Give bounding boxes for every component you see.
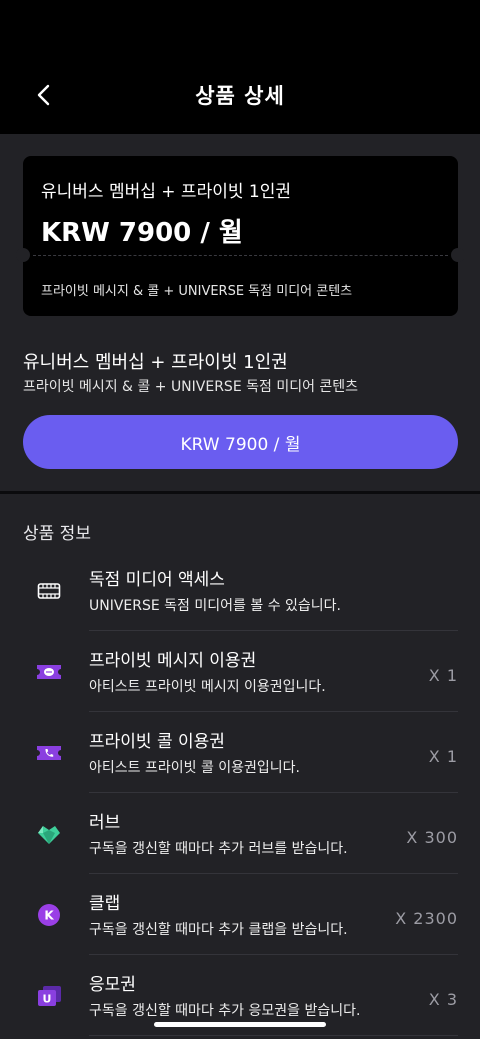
list-item: 독점 미디어 액세스 UNIVERSE 독점 미디어를 볼 수 있습니다. [0,550,480,631]
item-name: 클랩 [89,894,121,914]
ticket-description: 프라이빗 메시지 & 콜 + UNIVERSE 독점 미디어 콘텐츠 [41,284,353,299]
product-ticket-card: 유니버스 멤버십 + 프라이빗 1인권 KRW 7900 / 월 프라이빗 메시… [16,156,465,316]
item-name: 프라이빗 콜 이용권 [89,732,225,752]
item-description: 아티스트 프라이빗 콜 이용권입니다. [89,760,300,776]
list-item: 프라이빗 콜 이용권 아티스트 프라이빗 콜 이용권입니다. X 1 [0,712,480,793]
item-name: 프라이빗 메시지 이용권 [89,651,257,671]
item-quantity: X 3 [428,990,458,1009]
item-quantity: X 1 [428,747,458,766]
svg-text:K: K [44,909,54,923]
row-divider [89,1035,458,1036]
item-quantity: X 300 [406,828,458,847]
list-item: 프라이빗 메시지 이용권 아티스트 프라이빗 메시지 이용권입니다. X 1 [0,631,480,712]
film-icon [34,576,64,606]
page-title: 상품 상세 [195,84,285,108]
section-title-product-info: 상품 정보 [23,524,91,544]
item-description: 구독을 갱신할 때마다 추가 러브를 받습니다. [89,841,348,857]
item-name: 러브 [89,813,121,833]
item-quantity: X 2300 [395,909,458,928]
item-description: 아티스트 프라이빗 메시지 이용권입니다. [89,679,326,695]
plan-title: 유니버스 멤버십 + 프라이빗 1인권 [23,352,288,373]
section-separator [0,491,480,494]
k-coin-icon: K [34,900,64,930]
subscribe-button[interactable]: KRW 7900 / 월 [23,415,458,469]
u-ticket-icon: U [34,981,64,1011]
product-info-list: 독점 미디어 액세스 UNIVERSE 독점 미디어를 볼 수 있습니다. 프라… [0,550,480,1036]
heart-gem-icon [34,819,64,849]
svg-text:U: U [43,993,52,1006]
ticket-price: KRW 7900 / 월 [41,218,243,248]
call-ticket-icon [34,738,64,768]
item-name: 응모권 [89,975,136,995]
plan-description: 프라이빗 메시지 & 콜 + UNIVERSE 독점 미디어 콘텐츠 [23,379,359,395]
message-ticket-icon [34,657,64,687]
item-description: UNIVERSE 독점 미디어를 볼 수 있습니다. [89,598,341,614]
item-name: 독점 미디어 액세스 [89,570,225,590]
ticket-divider [33,255,448,256]
item-description: 구독을 갱신할 때마다 추가 클랩을 받습니다. [89,922,348,938]
item-quantity: X 1 [428,666,458,685]
item-description: 구독을 갱신할 때마다 추가 응모권을 받습니다. [89,1003,361,1019]
ticket-title: 유니버스 멤버십 + 프라이빗 1인권 [41,182,291,202]
list-item: 러브 구독을 갱신할 때마다 추가 러브를 받습니다. X 300 [0,793,480,874]
list-item: K 클랩 구독을 갱신할 때마다 추가 클랩을 받습니다. X 2300 [0,874,480,955]
home-indicator[interactable] [154,1022,326,1027]
top-bar: 상품 상세 [0,0,480,134]
